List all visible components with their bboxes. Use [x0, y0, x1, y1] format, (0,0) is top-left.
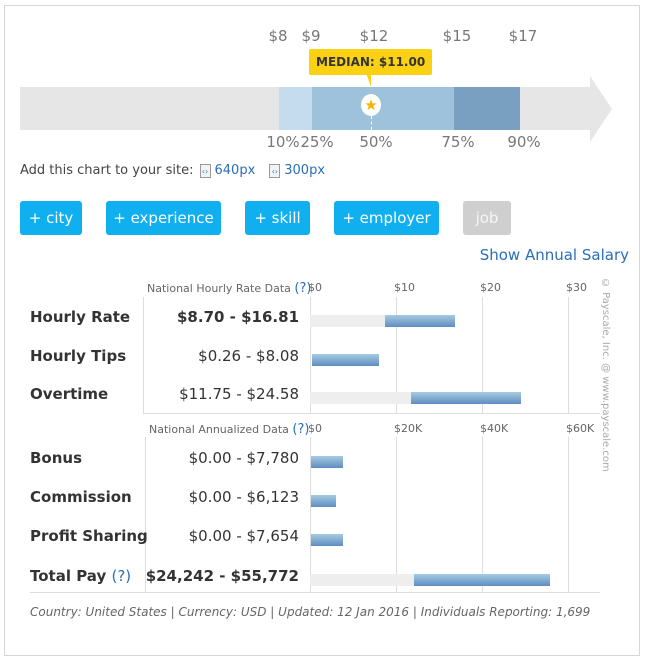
p25-value: $9: [301, 27, 321, 45]
add-experience-button[interactable]: + experience: [106, 201, 221, 235]
embed-row: Add this chart to your site: ‹› 640px ‹›…: [20, 163, 325, 178]
grid-line: [568, 297, 569, 413]
embed-640-link[interactable]: 640px: [215, 163, 256, 178]
median-line: [371, 116, 372, 130]
p10-value: $8: [268, 27, 288, 45]
range-bar: [311, 495, 337, 507]
range-bar: [312, 354, 380, 366]
p90-value: $17: [508, 27, 538, 45]
embed-label: Add this chart to your site:: [20, 163, 194, 178]
copyright: © Payscale, Inc. @ www.payscale.com: [600, 278, 611, 472]
range-bar: [311, 534, 343, 546]
add-employer-button[interactable]: + employer: [334, 201, 439, 235]
grid-line: [568, 437, 569, 592]
p75-value: $15: [442, 27, 472, 45]
range-bar: [384, 315, 455, 327]
p50-value: $12: [359, 27, 389, 45]
help-link[interactable]: (?): [292, 422, 309, 437]
range-bar: [311, 456, 344, 468]
divider: [143, 413, 600, 414]
row-range: $0.00 - $6,123: [188, 488, 299, 506]
grid-line: [396, 437, 397, 592]
annual-header: National Annualized Data (?): [149, 422, 310, 437]
tick-label: $30: [566, 281, 587, 294]
row-label: Overtime: [30, 385, 109, 403]
star-icon: ★: [361, 94, 381, 116]
code-file-icon: ‹›: [269, 163, 281, 178]
p75-label: 75%: [441, 133, 475, 151]
add-skill-button[interactable]: + skill: [245, 201, 310, 235]
p25-label: 25%: [300, 133, 334, 151]
range-bar: [411, 392, 522, 404]
divider: [30, 592, 600, 593]
show-annual-salary-link[interactable]: Show Annual Salary: [480, 246, 629, 264]
p90-label: 90%: [507, 133, 541, 151]
row-label: Commission: [30, 488, 132, 506]
footer-info: Country: United States | Currency: USD |…: [30, 605, 591, 619]
row-range: $11.75 - $24.58: [179, 385, 299, 403]
grid-line: [482, 437, 483, 592]
add-city-button[interactable]: + city: [20, 201, 82, 235]
segment-10-25: [279, 87, 312, 130]
row-label: Profit Sharing: [30, 527, 148, 545]
row-label: Hourly Rate: [30, 308, 131, 326]
median-tooltip-tail: [366, 73, 371, 87]
segment-25-75: [312, 87, 454, 130]
grid-line: [143, 297, 144, 413]
embed-300-link[interactable]: 300px: [284, 163, 325, 178]
segment-75-90: [454, 87, 520, 130]
tick-label: $20K: [394, 422, 423, 435]
job-button[interactable]: job: [463, 201, 511, 235]
row-range: $0.00 - $7,654: [188, 527, 299, 545]
row-label: Hourly Tips: [30, 347, 127, 365]
tick-label: $0: [308, 422, 322, 435]
tick-label: $0: [308, 281, 322, 294]
range-bar: [414, 574, 550, 586]
help-link[interactable]: (?): [111, 567, 131, 585]
p10-label: 10%: [266, 133, 300, 151]
median-tooltip: MEDIAN: $11.00: [309, 49, 433, 75]
code-file-icon: ‹›: [199, 163, 211, 178]
tick-label: $20: [480, 281, 501, 294]
tick-label: $60K: [566, 422, 595, 435]
row-range: $0.00 - $7,780: [188, 449, 299, 467]
row-label: Bonus: [30, 449, 83, 467]
p50-label: 50%: [359, 133, 393, 151]
row-range: $24,242 - $55,772: [145, 567, 299, 585]
row-label: Total Pay (?): [30, 567, 132, 585]
hourly-header: National Hourly Rate Data (?): [147, 281, 312, 296]
tick-label: $40K: [480, 422, 509, 435]
row-range: $0.26 - $8.08: [198, 347, 299, 365]
row-range: $8.70 - $16.81: [177, 308, 299, 326]
tick-label: $10: [394, 281, 415, 294]
arrow-head: [590, 76, 612, 142]
